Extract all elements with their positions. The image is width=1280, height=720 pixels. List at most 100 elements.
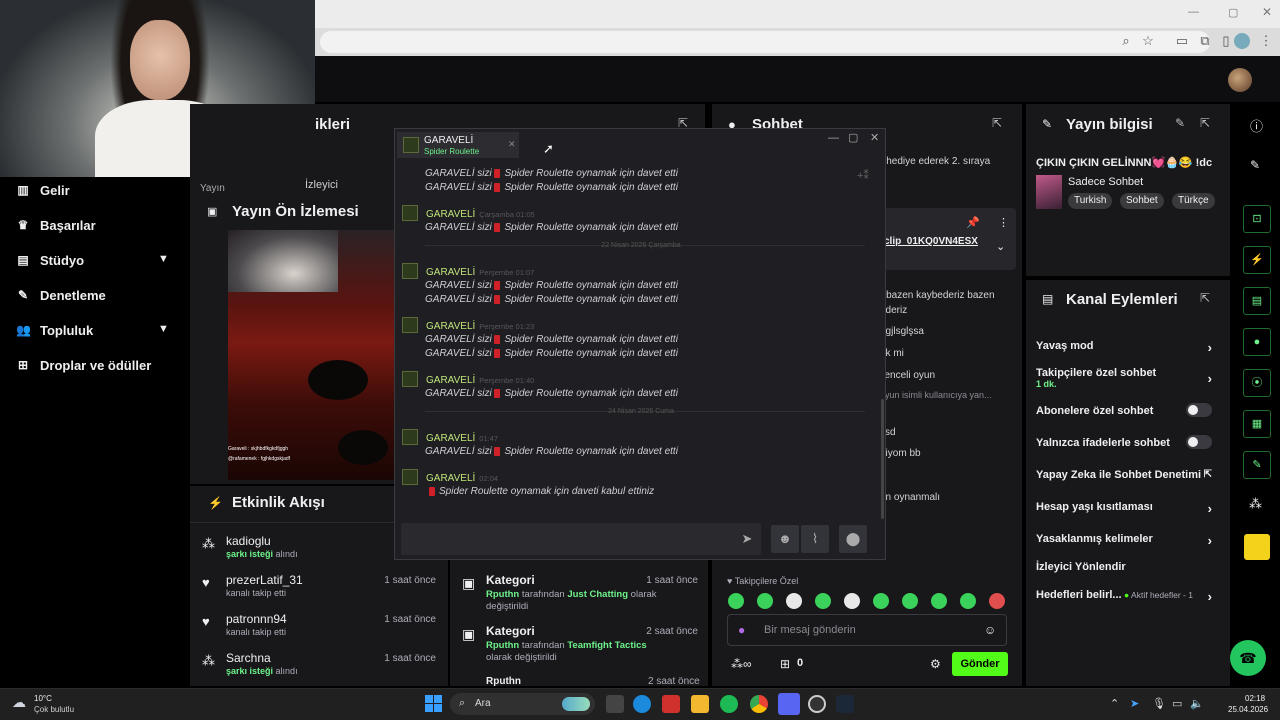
pinned-link[interactable]: clip_01KQ0VN4ESX — [884, 236, 978, 247]
goals-row[interactable]: Hedefleri belirl... ● Aktif hedefler - 1 › — [1036, 589, 1220, 604]
points-icon[interactable]: ⁂∞ — [731, 657, 752, 671]
chrome-icon[interactable] — [750, 695, 768, 713]
chevron-right-icon[interactable]: › — [1208, 340, 1212, 355]
banned-words-row[interactable]: Yasaklanmış kelimeler › — [1036, 533, 1220, 548]
emote-icon[interactable] — [989, 593, 1005, 609]
nav-item-drops[interactable]: ⊞ Droplar ve ödüller — [16, 355, 151, 375]
bookmark-star-icon[interactable]: ☆ — [1140, 33, 1156, 49]
document-button[interactable]: ▤ — [1243, 287, 1271, 315]
followers-only-row[interactable]: Takipçilere özel sohbet 1 dk. › — [1036, 367, 1220, 391]
kebab-menu-icon[interactable]: ⋮ — [1258, 33, 1274, 49]
event-user[interactable]: prezerLatif_31 — [226, 573, 303, 587]
emote-only-toggle[interactable] — [1186, 435, 1212, 449]
stream-category[interactable]: Sadece Sohbet — [1068, 176, 1143, 188]
nav-item-studio[interactable]: ▤ Stüdyo — [16, 250, 84, 270]
nav-item-moderation[interactable]: ✎ Denetleme — [16, 285, 106, 305]
emote-icon[interactable] — [931, 593, 947, 609]
address-bar[interactable] — [320, 31, 1210, 53]
emoji-icon[interactable]: ☺ — [984, 623, 996, 637]
emote-icon[interactable] — [815, 593, 831, 609]
chat-input[interactable]: ● Bir mesaj gönderin ☺ — [727, 614, 1007, 646]
location-icon[interactable]: ⬤ — [839, 525, 867, 553]
windows-start-icon[interactable] — [425, 695, 442, 712]
pin-icon[interactable]: 📌 — [966, 216, 980, 229]
broadcast-button[interactable]: ⦿ — [1243, 369, 1271, 397]
popout-icon[interactable]: ⇱ — [992, 116, 1002, 130]
emote-icon[interactable] — [728, 593, 744, 609]
nav-item-community[interactable]: 👥 Topluluk — [16, 320, 93, 340]
layout-button[interactable]: ▦ — [1243, 410, 1271, 438]
raid-row[interactable]: İzleyici Yönlendir — [1036, 561, 1220, 575]
event-user[interactable]: patronnn94 — [226, 612, 287, 626]
profile-icon[interactable] — [1234, 33, 1250, 49]
chevron-right-icon[interactable]: › — [1208, 501, 1212, 516]
send-button[interactable]: Gönder — [952, 652, 1008, 676]
account-age-row[interactable]: Hesap yaşı kısıtlaması › — [1036, 501, 1220, 516]
whisper-input[interactable] — [401, 523, 761, 555]
tag-pill[interactable]: Türkçe — [1172, 193, 1215, 209]
clip-button[interactable]: ⊡ — [1243, 205, 1271, 233]
maximize-icon[interactable]: ▢ — [848, 131, 858, 144]
chevron-down-icon[interactable]: ▼ — [158, 253, 169, 265]
close-tab-icon[interactable]: ✕ — [508, 139, 516, 150]
preview-video[interactable]: Garaveli : skjhbdfkgkdfjggh @rafamenek :… — [228, 230, 394, 480]
puzzle-icon[interactable]: ⧉ — [1197, 33, 1213, 49]
event-user[interactable]: kadioglu — [226, 534, 271, 548]
gear-icon[interactable]: ⚙ — [930, 657, 941, 671]
chevron-right-icon[interactable]: › — [1208, 533, 1212, 548]
volume-icon[interactable]: 🔈 — [1190, 697, 1204, 710]
emote-icon[interactable] — [873, 593, 889, 609]
kebab-menu-icon[interactable]: ⋮ — [998, 216, 1009, 229]
tray-app-icon[interactable]: ➤ — [1130, 697, 1139, 710]
minimize-window-icon[interactable]: — — [1188, 6, 1199, 18]
nav-item-achievements[interactable]: ♛ Başarılar — [16, 215, 96, 235]
chat-button[interactable]: ● — [1243, 328, 1271, 356]
nav-item-revenue[interactable]: ▥ Gelir — [16, 180, 69, 200]
gift-icon[interactable]: ⊞ — [780, 657, 790, 671]
popout-icon[interactable]: ⇱ — [1200, 116, 1210, 130]
tag-pill[interactable]: Turkish — [1068, 193, 1113, 209]
wrench-button[interactable]: ✎ — [1243, 451, 1271, 479]
app-p-icon[interactable] — [662, 695, 680, 713]
add-friend-icon[interactable]: +⁑ — [857, 169, 869, 182]
sidebar-icon[interactable]: ▯ — [1218, 33, 1234, 49]
avatar[interactable] — [1228, 68, 1252, 92]
support-chat-button[interactable]: ☎ — [1230, 640, 1266, 676]
pencil-icon[interactable]: ✎ — [1250, 158, 1260, 172]
emote-icon[interactable] — [902, 593, 918, 609]
taskbar-search[interactable]: ⌕ Ara — [450, 693, 595, 715]
sub-only-toggle[interactable] — [1186, 403, 1212, 417]
monitor-icon[interactable]: ▭ — [1172, 697, 1182, 710]
chevron-down-icon[interactable]: ⌄ — [996, 240, 1005, 253]
external-link-icon[interactable]: ⇱ — [1204, 469, 1212, 480]
zoom-icon[interactable]: ⌕ — [1118, 33, 1134, 49]
info-icon[interactable]: ⓘ — [1250, 116, 1263, 135]
tray-chevron-icon[interactable]: ⌃ — [1110, 697, 1119, 710]
spotify-icon[interactable] — [720, 695, 738, 713]
discord-icon[interactable] — [778, 693, 800, 715]
edge-icon[interactable] — [633, 695, 651, 713]
tag-pill[interactable]: Sohbet — [1120, 193, 1164, 209]
weather-icon[interactable]: ☁ — [12, 694, 26, 711]
emote-icon[interactable] — [757, 593, 773, 609]
popout-icon[interactable]: ⇱ — [1200, 291, 1210, 305]
emote-icon[interactable] — [960, 593, 976, 609]
emoji-icon[interactable]: ☻ — [771, 525, 799, 553]
minimize-icon[interactable]: — — [828, 132, 839, 144]
emote-icon[interactable] — [786, 593, 802, 609]
event-user[interactable]: Sarchna — [226, 651, 271, 665]
close-icon[interactable]: ✕ — [870, 131, 879, 144]
lightning-button[interactable]: ⚡ — [1243, 246, 1271, 274]
microphone-icon[interactable]: 🎙 — [1152, 697, 1166, 710]
chevron-right-icon[interactable]: › — [1208, 371, 1212, 386]
scrollbar[interactable] — [881, 399, 884, 519]
chevron-down-icon[interactable]: ▼ — [158, 323, 169, 335]
activity-user[interactable]: Rputhn — [486, 589, 519, 600]
slow-mode-row[interactable]: Yavaş mod › — [1036, 340, 1220, 355]
maximize-window-icon[interactable]: ▢ — [1228, 6, 1238, 19]
edit-icon[interactable]: ✎ — [1175, 116, 1185, 130]
category-thumbnail[interactable] — [1036, 175, 1062, 209]
extension-icon[interactable]: ▭ — [1174, 33, 1190, 49]
chevron-right-icon[interactable]: › — [1208, 589, 1212, 604]
file-explorer-icon[interactable] — [691, 695, 709, 713]
